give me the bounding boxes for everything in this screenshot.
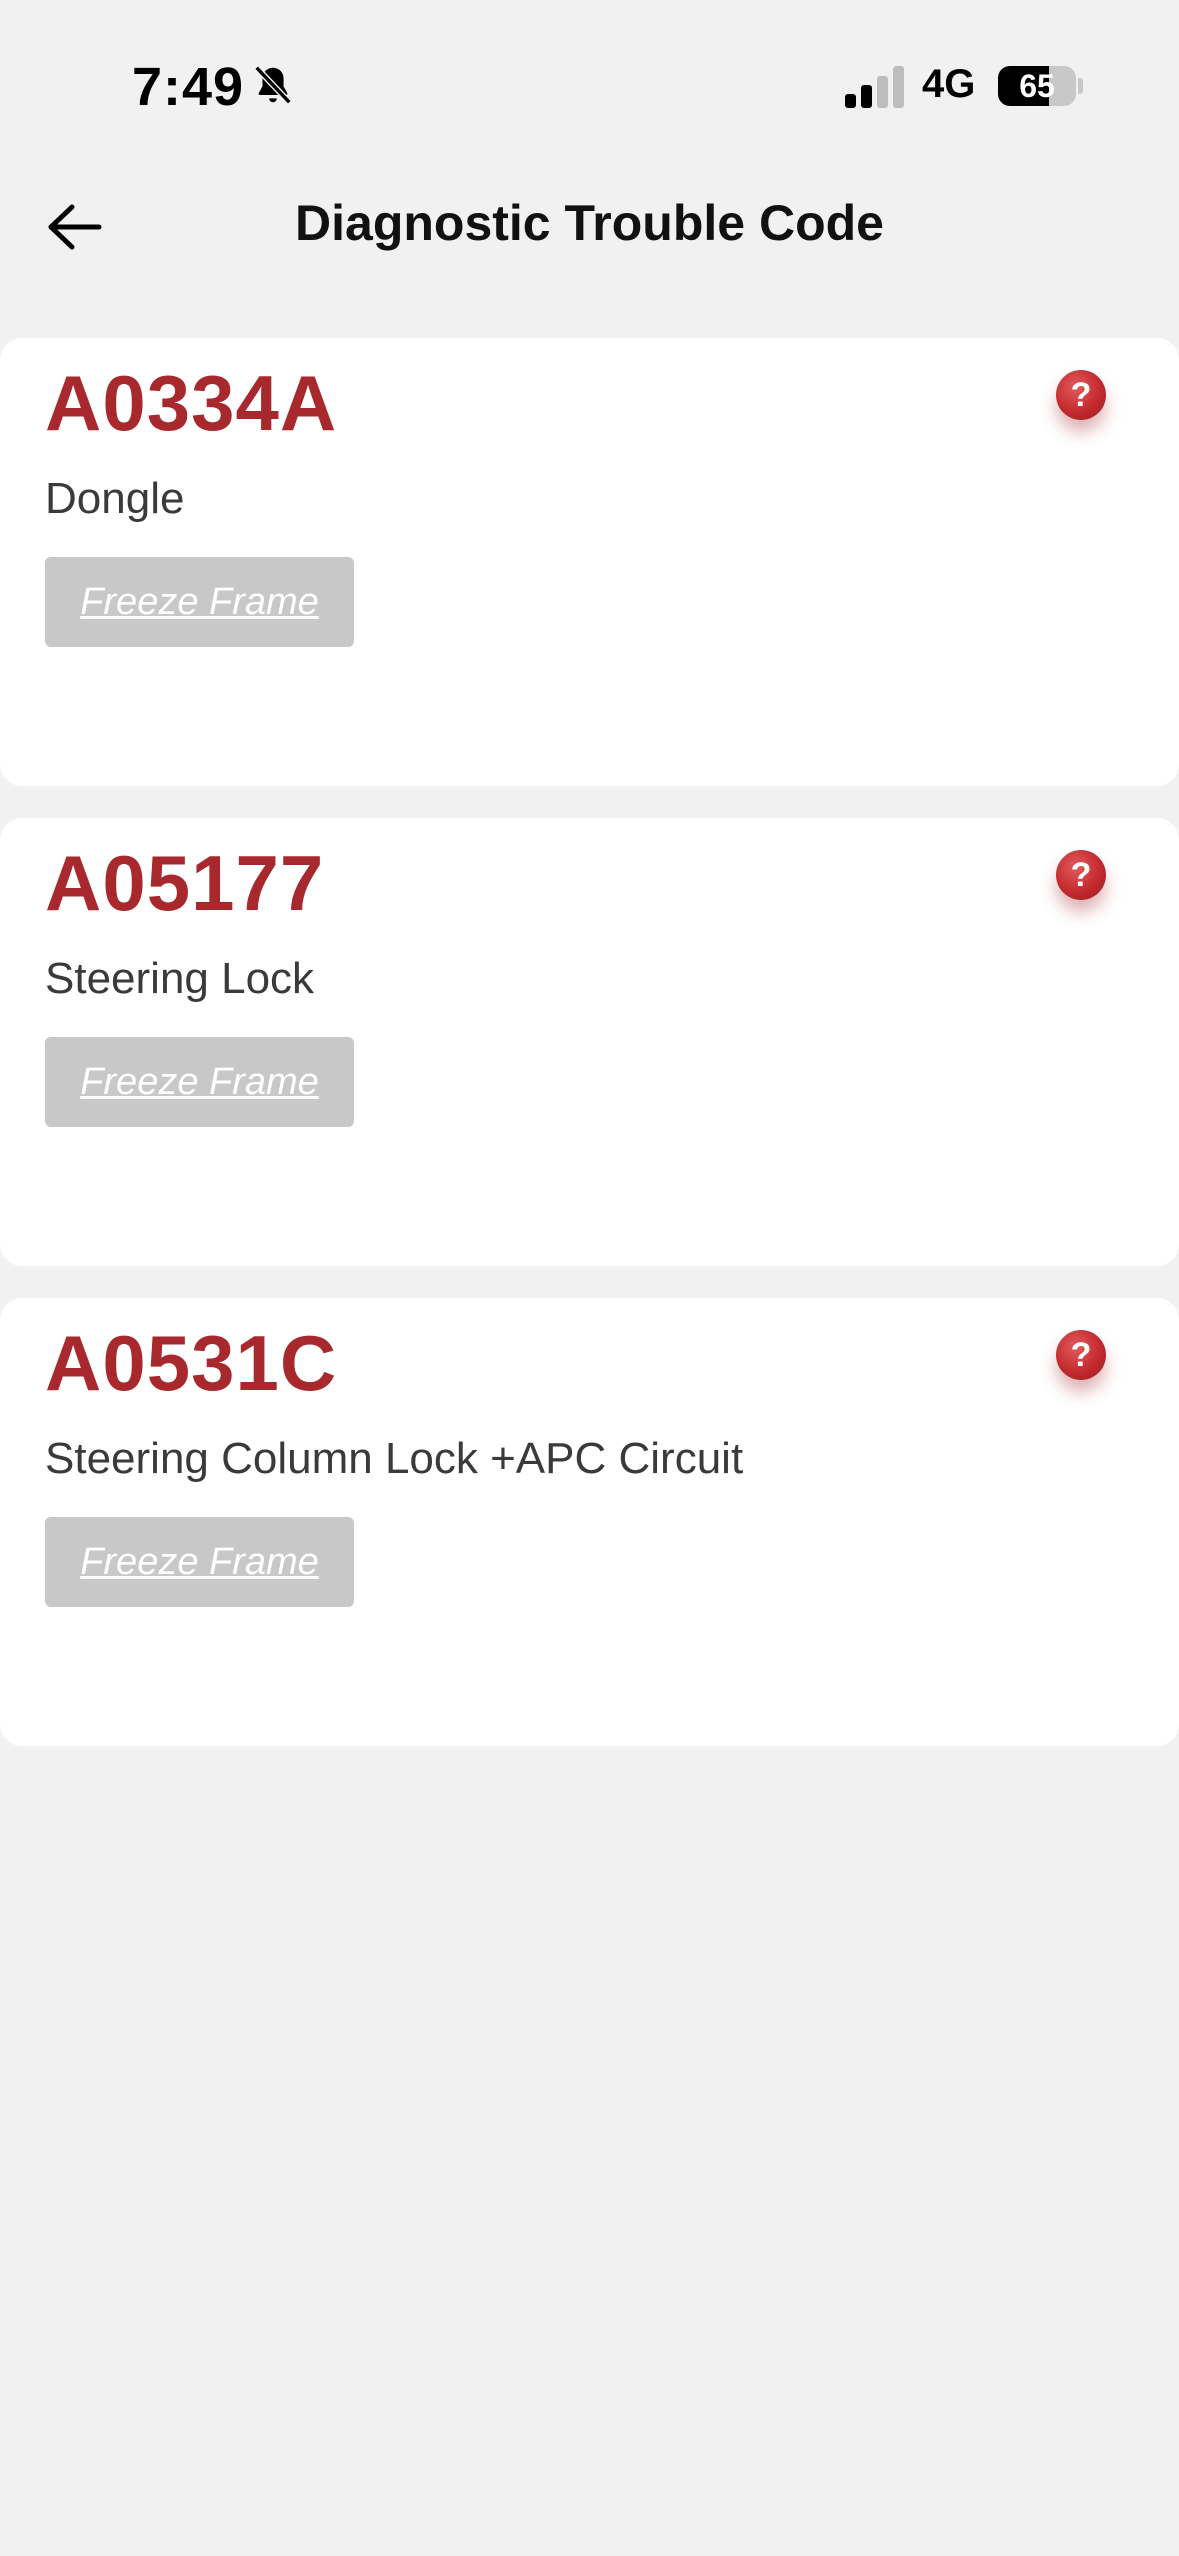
battery-icon: 65	[998, 66, 1076, 106]
help-icon[interactable]: ?	[1056, 1330, 1106, 1380]
dtc-description: Steering Column Lock +APC Circuit	[45, 1434, 744, 1483]
dtc-list: A0334A ? Dongle Freeze Frame A05177 ? St…	[0, 338, 1179, 1778]
freeze-frame-label: Freeze Frame	[80, 580, 319, 623]
signal-icon	[845, 66, 904, 108]
help-icon[interactable]: ?	[1056, 370, 1106, 420]
dtc-description: Dongle	[45, 474, 185, 523]
header: Diagnostic Trouble Code	[0, 170, 1179, 284]
status-time: 7:49	[132, 57, 245, 117]
freeze-frame-button[interactable]: Freeze Frame	[45, 1037, 354, 1127]
dtc-card: A05177 ? Steering Lock Freeze Frame	[0, 818, 1179, 1266]
freeze-frame-label: Freeze Frame	[80, 1060, 319, 1103]
battery-level: 65	[1019, 67, 1055, 104]
dtc-description: Steering Lock	[45, 954, 315, 1003]
freeze-frame-button[interactable]: Freeze Frame	[45, 1517, 354, 1607]
help-icon[interactable]: ?	[1056, 850, 1106, 900]
freeze-frame-label: Freeze Frame	[80, 1540, 319, 1583]
dtc-card: A0334A ? Dongle Freeze Frame	[0, 338, 1179, 786]
network-label: 4G	[922, 62, 976, 106]
dtc-code: A0334A	[45, 359, 338, 447]
bell-slash-icon	[254, 65, 292, 105]
dtc-card: A0531C ? Steering Column Lock +APC Circu…	[0, 1298, 1179, 1746]
screen: 7:49 4G 65 Diagnostic Trouble Code A0334…	[0, 0, 1179, 2556]
battery-cap	[1078, 78, 1083, 94]
status-bar: 7:49 4G 65	[0, 0, 1179, 150]
page-title: Diagnostic Trouble Code	[295, 195, 884, 251]
dtc-code: A0531C	[45, 1319, 338, 1407]
dtc-code: A05177	[45, 839, 325, 927]
freeze-frame-button[interactable]: Freeze Frame	[45, 557, 354, 647]
